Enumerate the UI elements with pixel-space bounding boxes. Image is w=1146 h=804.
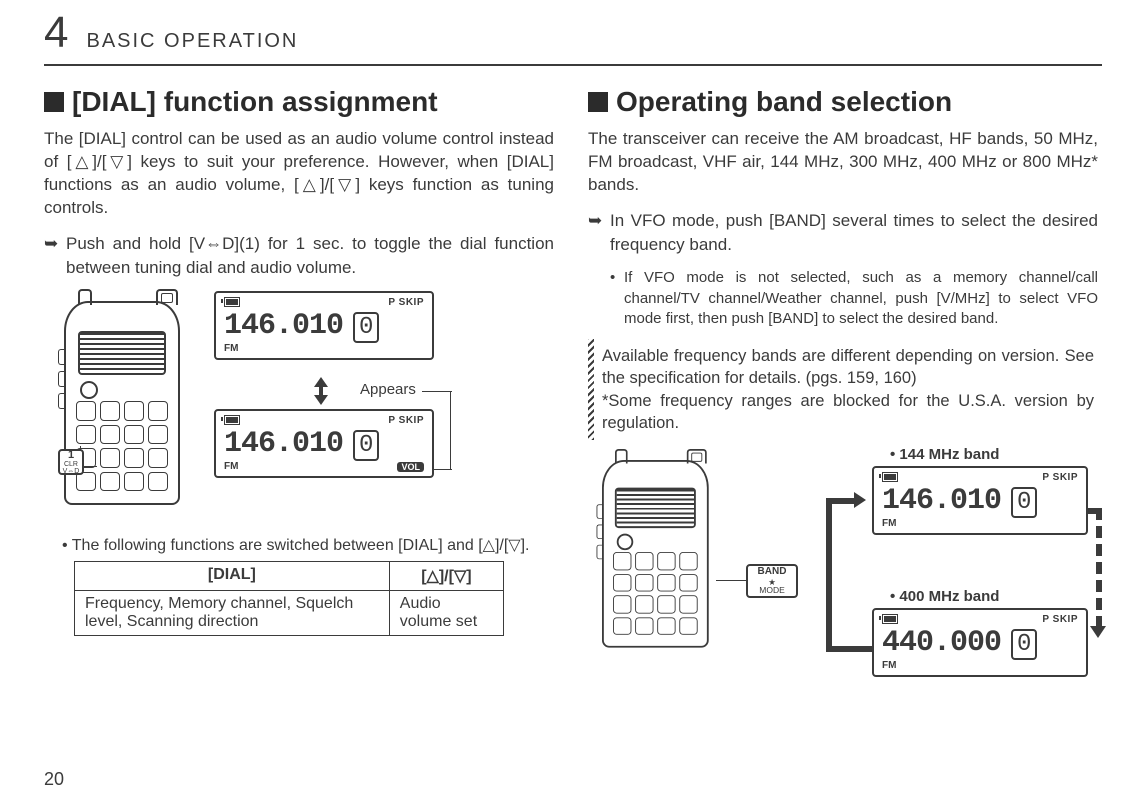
table-header-updown: [△]/[▽] — [389, 562, 503, 591]
appears-label: Appears — [360, 381, 416, 398]
chapter-number: 4 — [44, 8, 68, 58]
band-btn-top: BAND — [758, 567, 787, 578]
page-header: 4 BASIC OPERATION — [44, 0, 1102, 66]
left-bullet-text: Push and hold [V⇔D](1) for 1 sec. to tog… — [66, 232, 554, 280]
keypad-callout: 1 CLR V⇔D — [58, 449, 84, 475]
lcd-display-144: P SKIP 146.010 0 FM — [872, 466, 1088, 535]
page-number: 20 — [44, 769, 64, 790]
chapter-title: BASIC OPERATION — [86, 30, 298, 53]
lcd-frequency: 440.000 — [882, 626, 1001, 660]
lcd-channel: 0 — [1011, 487, 1037, 518]
lcd-display-400: P SKIP 440.000 0 FM — [872, 608, 1088, 677]
vol-indicator: VOL — [397, 462, 424, 472]
switch-note: • The following functions are switched b… — [74, 535, 554, 555]
lcd-channel: 0 — [353, 312, 379, 343]
lcd-channel: 0 — [353, 430, 379, 461]
availability-note: Available frequency bands are different … — [588, 339, 1098, 440]
right-column: Operating band selection The transceiver… — [588, 86, 1098, 706]
arrow-bullet-icon: ➥ — [44, 232, 66, 280]
left-bullet: ➥ Push and hold [V⇔D](1) for 1 sec. to t… — [44, 232, 554, 280]
lcd-display-volume: P SKIP 146.010 0 FM VOL — [214, 409, 434, 478]
lcd-channel: 0 — [1011, 629, 1037, 660]
section-heading-dial-assignment: [DIAL] function assignment — [44, 86, 554, 118]
lcd-frequency: 146.010 — [224, 309, 343, 343]
section-heading-band-selection: Operating band selection — [588, 86, 1098, 118]
left-column: [DIAL] function assignment The [DIAL] co… — [44, 86, 554, 706]
square-bullet-icon — [44, 92, 64, 112]
pskip-indicator: P SKIP — [1042, 614, 1078, 626]
right-bullet: ➥ In VFO mode, push [BAND] several times… — [588, 209, 1098, 257]
battery-icon — [882, 614, 898, 624]
lead-paragraph-right: The transceiver can receive the AM broad… — [588, 128, 1098, 197]
heading-text: [DIAL] function assignment — [72, 86, 438, 117]
table-cell-updown-functions: Audio volume set — [389, 591, 503, 636]
diagram-band-selection: BAND ★ MODE • 144 MHz band P SKIP 146.01… — [588, 446, 1108, 706]
availability-line1: Available frequency bands are different … — [602, 345, 1094, 390]
table-cell-dial-functions: Frequency, Memory channel, Squelch level… — [75, 591, 390, 636]
right-subnote-text: If VFO mode is not selected, such as a m… — [624, 268, 1098, 329]
radio-illustration — [602, 460, 709, 648]
battery-icon — [224, 415, 240, 425]
lcd-display-tuning: P SKIP 146.010 0 FM — [214, 291, 434, 360]
lcd-mode: FM — [882, 518, 896, 529]
dot-bullet-icon: • — [610, 268, 624, 329]
heading-text: Operating band selection — [616, 86, 952, 117]
right-bullet-text: In VFO mode, push [BAND] several times t… — [610, 209, 1098, 257]
battery-icon — [224, 297, 240, 307]
battery-icon — [882, 472, 898, 482]
availability-line2: *Some frequency ranges are blocked for t… — [602, 390, 1094, 435]
band-keypad-callout: BAND ★ MODE — [746, 564, 798, 598]
keypad-number: 1 — [68, 450, 74, 461]
right-subnote: • If VFO mode is not selected, such as a… — [610, 268, 1098, 329]
band-label-400: • 400 MHz band — [890, 588, 999, 605]
table-header-dial: [DIAL] — [75, 562, 390, 591]
pskip-indicator: P SKIP — [388, 415, 424, 427]
toggle-arrow-icon — [314, 377, 328, 405]
band-label-144: • 144 MHz band — [890, 446, 999, 463]
lead-paragraph-left: The [DIAL] control can be used as an aud… — [44, 128, 554, 220]
lcd-mode: FM — [882, 660, 896, 671]
lcd-frequency: 146.010 — [882, 484, 1001, 518]
dial-switch-table: [DIAL] [△]/[▽] Frequency, Memory channel… — [74, 561, 504, 636]
lcd-mode: FM — [224, 343, 238, 354]
keypad-label-top: CLR — [64, 461, 78, 468]
band-btn-bottom: MODE — [759, 586, 785, 595]
pskip-indicator: P SKIP — [1042, 472, 1078, 484]
arrow-bullet-icon: ➥ — [588, 209, 610, 257]
lcd-frequency: 146.010 — [224, 427, 343, 461]
lcd-mode: FM — [224, 461, 238, 472]
square-bullet-icon — [588, 92, 608, 112]
diagram-dial-toggle: 1 CLR V⇔D P SKIP 146.010 0 FM — [64, 291, 544, 521]
pskip-indicator: P SKIP — [388, 297, 424, 309]
keypad-label-bottom: V⇔D — [63, 468, 80, 475]
